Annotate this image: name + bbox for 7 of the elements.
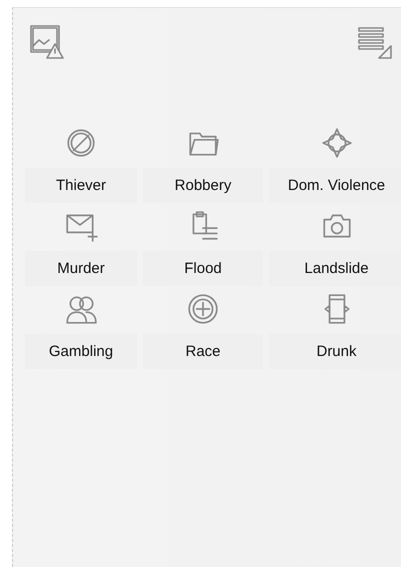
image-warning-icon[interactable] (29, 24, 65, 60)
category-label[interactable]: Thiever (25, 168, 137, 203)
category-label[interactable]: Gambling (25, 334, 137, 369)
plus-circle-icon[interactable] (186, 292, 220, 326)
compass-icon[interactable] (320, 126, 354, 160)
category-label[interactable]: Murder (25, 251, 137, 286)
list-icon[interactable] (357, 24, 393, 60)
